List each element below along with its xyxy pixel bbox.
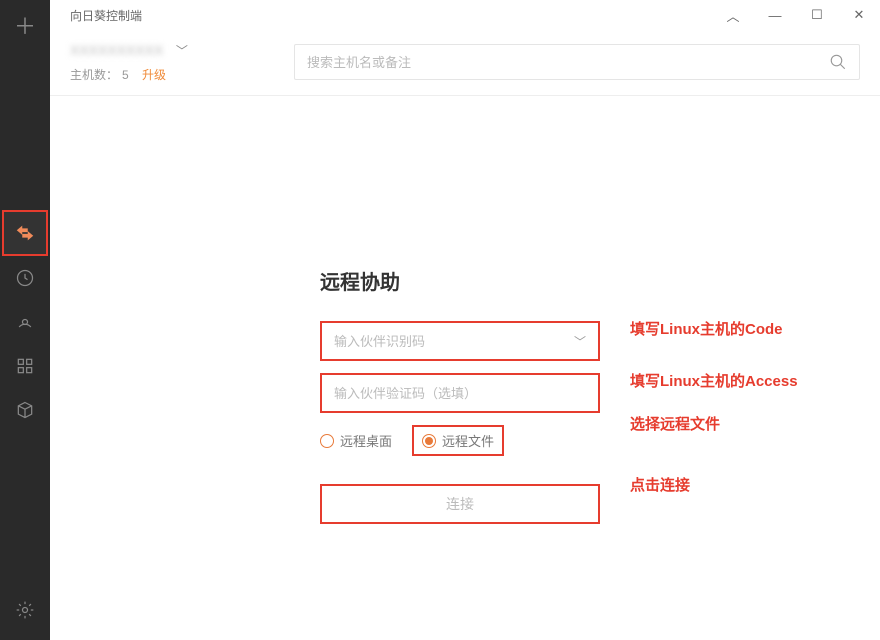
annotation-overlay: 填写Linux主机的Code 填写Linux主机的Access 选择远程文件 点… [630,302,798,510]
titlebar: 向日葵控制端 ︿ ― ☐ ✕ [50,0,880,30]
main-panel: 向日葵控制端 ︿ ― ☐ ✕ XXXXXXXXXX ﹀ 主机数： 5 升级 [50,0,880,640]
nav-history[interactable] [0,256,50,300]
section-title: 远程协助 [320,266,600,295]
content-area: 远程协助 ﹀ 远程桌面 远程文件 连接 [50,96,880,266]
partner-verify-field[interactable] [320,373,600,413]
mode-radio-group: 远程桌面 远程文件 [320,425,600,456]
account-block: XXXXXXXXXX ﹀ 主机数： 5 升级 [70,38,270,83]
swap-arrows-icon [14,222,36,244]
add-button[interactable]: ＋ [0,0,50,50]
radio-icon [422,434,436,448]
upgrade-link[interactable]: 升级 [142,68,166,82]
annotation-code: 填写Linux主机的Code [630,302,798,354]
nav-apps[interactable] [0,344,50,388]
annotation-click-connect: 点击连接 [630,458,798,510]
search-input[interactable] [307,55,829,70]
connect-label: 连接 [446,494,474,514]
host-label: 主机数： [70,68,118,82]
partner-code-input[interactable] [334,334,574,349]
radio-icon [320,434,334,448]
sidebar: ＋ [0,0,50,640]
nav-remote-control[interactable] [2,210,48,256]
search-box[interactable] [294,44,860,80]
gear-icon [15,600,35,620]
radio-label: 远程桌面 [340,431,392,450]
partner-code-field[interactable]: ﹀ [320,321,600,361]
close-button[interactable]: ✕ [850,7,868,23]
window-title: 向日葵控制端 [70,7,142,24]
chevron-down-icon[interactable]: ﹀ [574,333,586,350]
nav-discover[interactable] [0,300,50,344]
connect-button[interactable]: 连接 [320,484,600,524]
chevron-down-icon[interactable]: ﹀ [176,44,188,58]
clock-icon [15,268,35,288]
broadcast-icon [15,312,35,332]
cube-icon [15,400,35,420]
search-icon [829,53,847,71]
radio-remote-desktop[interactable]: 远程桌面 [320,431,392,450]
chevron-up-icon[interactable]: ︿ [724,6,742,25]
annotation-access: 填写Linux主机的Access [630,354,798,406]
maximize-button[interactable]: ☐ [808,7,826,23]
nav-box[interactable] [0,388,50,432]
header-row: XXXXXXXXXX ﹀ 主机数： 5 升级 [50,30,880,96]
radio-remote-file[interactable]: 远程文件 [412,425,504,456]
partner-verify-input[interactable] [334,386,586,401]
account-name[interactable]: XXXXXXXXXX [70,42,163,58]
nav-settings[interactable] [0,590,50,630]
grid-icon [15,356,35,376]
radio-label: 远程文件 [442,431,494,450]
annotation-select-file: 选择远程文件 [630,400,798,446]
minimize-button[interactable]: ― [766,8,784,23]
plus-icon: ＋ [14,9,36,41]
host-count: 5 [122,68,129,82]
remote-assist-form: 远程协助 ﹀ 远程桌面 远程文件 连接 [320,266,600,524]
